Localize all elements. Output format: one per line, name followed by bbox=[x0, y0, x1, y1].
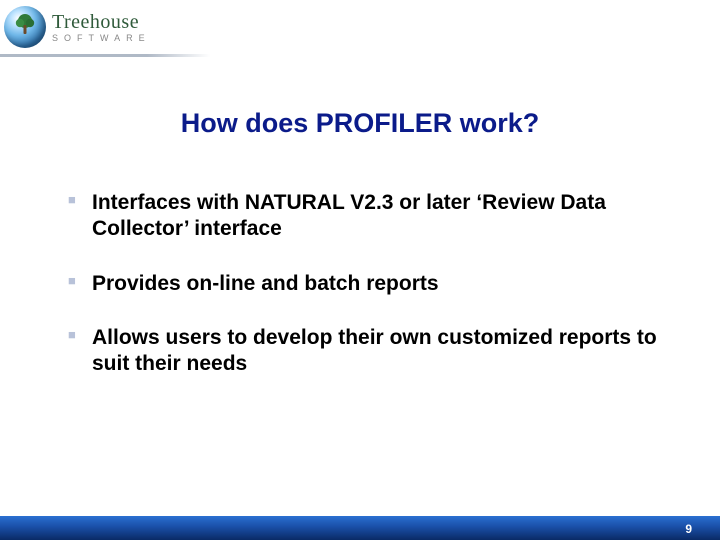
slide: Treehouse SOFTWARE How does PROFILER wor… bbox=[0, 0, 720, 540]
logo-brand: Treehouse bbox=[52, 12, 151, 32]
page-number: 9 bbox=[685, 522, 692, 536]
bullet-item: Allows users to develop their own custom… bbox=[68, 325, 660, 378]
bullet-text: Allows users to develop their own custom… bbox=[92, 325, 660, 378]
bullet-text: Interfaces with NATURAL V2.3 or later ‘R… bbox=[92, 190, 660, 243]
tree-globe-icon bbox=[4, 6, 46, 48]
bullet-item: Provides on-line and batch reports bbox=[68, 271, 660, 297]
logo-text: Treehouse SOFTWARE bbox=[52, 12, 151, 43]
tree-icon bbox=[12, 12, 38, 38]
footer-bar: 9 bbox=[0, 516, 720, 540]
bullet-item: Interfaces with NATURAL V2.3 or later ‘R… bbox=[68, 190, 660, 243]
slide-title: How does PROFILER work? bbox=[0, 108, 720, 139]
header-divider bbox=[0, 54, 210, 57]
slide-body: Interfaces with NATURAL V2.3 or later ‘R… bbox=[68, 190, 660, 405]
logo-subtitle: SOFTWARE bbox=[52, 34, 151, 43]
logo-block: Treehouse SOFTWARE bbox=[4, 6, 151, 48]
bullet-text: Provides on-line and batch reports bbox=[92, 271, 660, 297]
